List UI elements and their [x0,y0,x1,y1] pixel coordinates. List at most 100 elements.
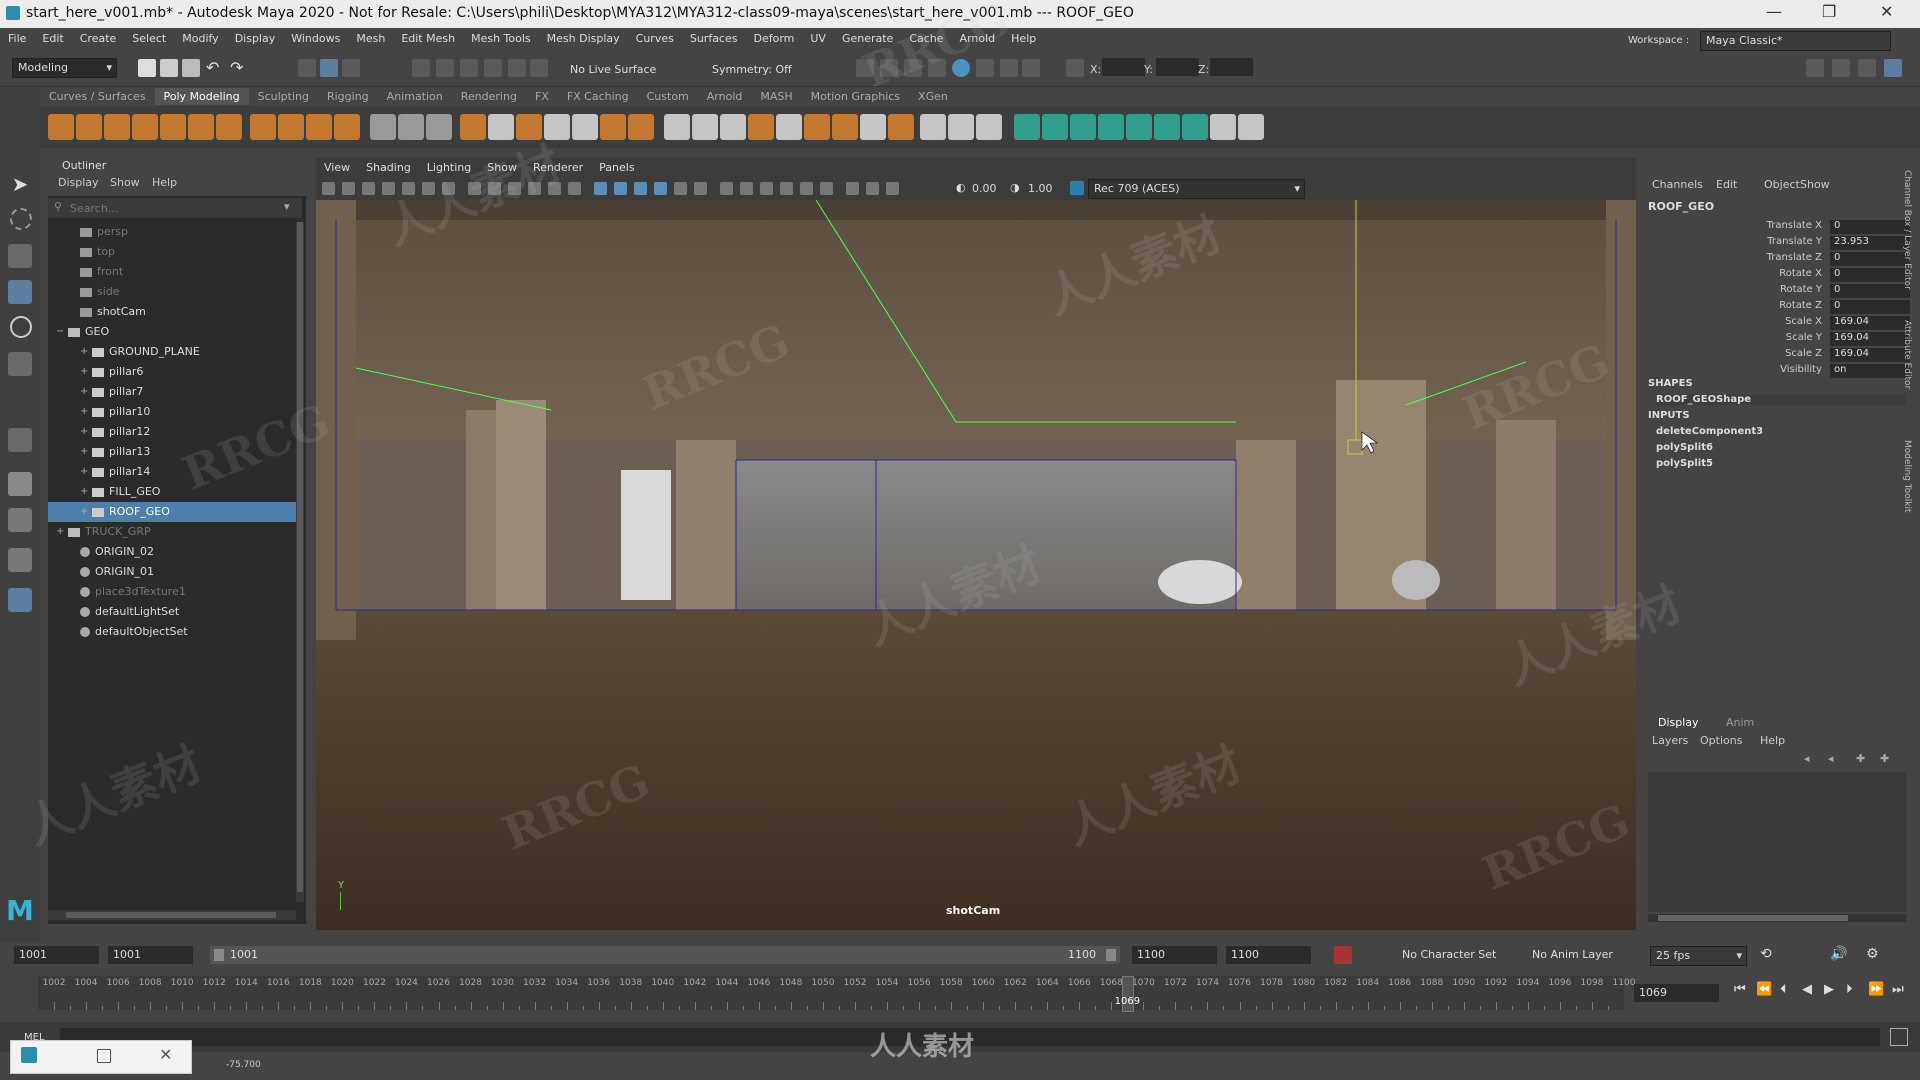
exposure-value[interactable]: 0.00 [972,182,997,195]
time-slider[interactable]: 1002 1004 1006 1008 1010 1012 1014 1016 1018 1020… [0,970,1920,1018]
expand-icon[interactable]: + [80,402,88,422]
poly-plane-icon[interactable] [188,114,214,140]
channel-row[interactable]: Scale X 169.04 [1644,316,1920,332]
menu-display[interactable]: Display [227,28,284,45]
side-tab[interactable]: Channel Box / Layer Editor [1902,170,1912,290]
expand-icon[interactable]: + [80,442,88,462]
attribute-editor-icon[interactable] [1858,59,1876,77]
outliner-item[interactable]: + TRUCK_GRP [48,522,296,542]
select-camera-icon[interactable] [322,182,335,195]
expand-icon[interactable]: + [80,502,88,522]
viewport-scene[interactable]: Y shotCam [316,200,1636,930]
snap-grid-icon[interactable] [412,59,430,77]
cylindrical-map-icon[interactable] [1070,114,1096,140]
menu-curves[interactable]: Curves [628,28,682,45]
x-field[interactable] [1102,58,1145,76]
poly-cone-icon[interactable] [132,114,158,140]
new-layer-icon[interactable]: ✚ [1856,752,1865,765]
shelf-tab-fx-caching[interactable]: FX Caching [558,88,638,105]
smooth-icon[interactable] [426,114,452,140]
channel-value[interactable]: 169.04 [1830,332,1910,346]
merge-icon[interactable] [748,114,774,140]
shelf-tab-sculpting[interactable]: Sculpting [249,88,318,105]
menu-surfaces[interactable]: Surfaces [682,28,746,45]
viewport-menu-renderer[interactable]: Renderer [525,158,591,177]
close-button[interactable]: ✕ [1880,2,1893,21]
paint-select-tool-icon[interactable] [8,244,32,268]
outliner-menu-help[interactable]: Help [152,176,177,189]
outliner-item[interactable]: − GEO [48,322,296,342]
separate-icon[interactable] [398,114,424,140]
bookmarks-icon[interactable] [362,182,375,195]
open-scene-icon[interactable] [160,59,178,77]
insert-edge-loop-icon[interactable] [628,114,654,140]
poly-torus-icon[interactable] [160,114,186,140]
multi-cut-icon[interactable] [600,114,626,140]
layer-hscrollbar[interactable] [1648,914,1906,922]
append-icon[interactable] [572,114,598,140]
xray-joints-icon[interactable] [866,182,879,195]
safe-title-icon[interactable] [568,182,581,195]
smooth-shade-icon[interactable] [614,182,627,195]
menu-modify[interactable]: Modify [174,28,226,45]
current-frame-field[interactable]: 1069 [1634,984,1719,1002]
sound-icon[interactable]: 🔊 [1830,946,1847,962]
maximize-button[interactable]: ❐ [1822,2,1836,21]
side-tab[interactable]: Attribute Editor [1902,320,1912,389]
target-weld-icon[interactable] [692,114,718,140]
channel-value[interactable]: 0 [1830,252,1910,266]
outliner-item[interactable]: + pillar7 [48,382,296,402]
channel-name[interactable]: Translate Y [1767,236,1822,247]
svg-icon[interactable] [334,114,360,140]
menu-mesh[interactable]: Mesh [348,28,393,45]
auto-key-icon[interactable] [1334,946,1352,964]
spherical-map-icon[interactable] [1098,114,1124,140]
menu-file[interactable]: File [0,28,34,45]
channel-row[interactable]: Scale Y 169.04 [1644,332,1920,348]
hscrollbar-thumb[interactable] [66,912,276,918]
menu-select[interactable]: Select [124,28,174,45]
menu-arnold[interactable]: Arnold [952,28,1004,45]
channel-box-icon[interactable] [1884,59,1902,77]
sweep-mesh-icon[interactable] [278,114,304,140]
select-component-icon[interactable] [342,59,360,77]
shelf-tab-animation[interactable]: Animation [378,88,452,105]
outliner-item[interactable]: defaultObjectSet [48,622,296,642]
y-field[interactable] [1156,58,1199,76]
shelf-tab-poly-modeling[interactable]: Poly Modeling [154,88,249,105]
scale-tool-icon[interactable] [8,352,32,376]
render-view-icon[interactable] [856,59,874,77]
use-all-lights-icon[interactable] [694,182,707,195]
snap-curve-icon[interactable] [436,59,454,77]
menu-generate[interactable]: Generate [834,28,901,45]
field-chart-icon[interactable] [528,182,541,195]
screen-space-ao-icon[interactable] [740,182,753,195]
channel-value[interactable]: 0 [1830,220,1910,234]
channel-value[interactable]: 23.953 [1830,236,1910,250]
outliner-hscrollbar[interactable] [48,910,296,920]
shelf-tab-curves-surfaces[interactable]: Curves / Surfaces [40,88,155,105]
show-manipulator-icon[interactable] [8,428,32,452]
expand-icon[interactable]: + [80,482,88,502]
expand-icon[interactable]: + [80,362,88,382]
layer-menu-options[interactable]: Options [1700,734,1742,747]
channelbox-object-name[interactable]: ROOF_GEO [1648,200,1714,213]
view-transform-dropdown[interactable]: Rec 709 (ACES) ▾ [1088,179,1305,199]
outliner-item[interactable]: + ROOF_GEO [48,502,296,522]
outliner-menu-show[interactable]: Show [110,176,140,189]
outliner-menu-display[interactable]: Display [58,176,99,189]
menu-set-dropdown[interactable]: Modeling ▾ [12,58,117,78]
minimize-button[interactable]: — [1766,2,1782,21]
outliner-item[interactable]: persp [48,222,296,242]
sidebar-toggle-icon[interactable] [1806,59,1824,77]
step-back-frame-icon[interactable]: ⏴ [1780,982,1787,997]
select-object-icon[interactable] [320,59,338,77]
range-slider-start-handle[interactable] [214,949,224,961]
outliner-scrollbar[interactable] [296,222,304,902]
2d-pan-zoom-icon[interactable] [402,182,415,195]
expand-icon[interactable]: + [80,422,88,442]
outliner-item[interactable]: top [48,242,296,262]
grease-pencil-icon[interactable] [422,182,435,195]
shelf-tab-arnold[interactable]: Arnold [698,88,752,105]
channel-row[interactable]: Rotate X 0 [1644,268,1920,284]
